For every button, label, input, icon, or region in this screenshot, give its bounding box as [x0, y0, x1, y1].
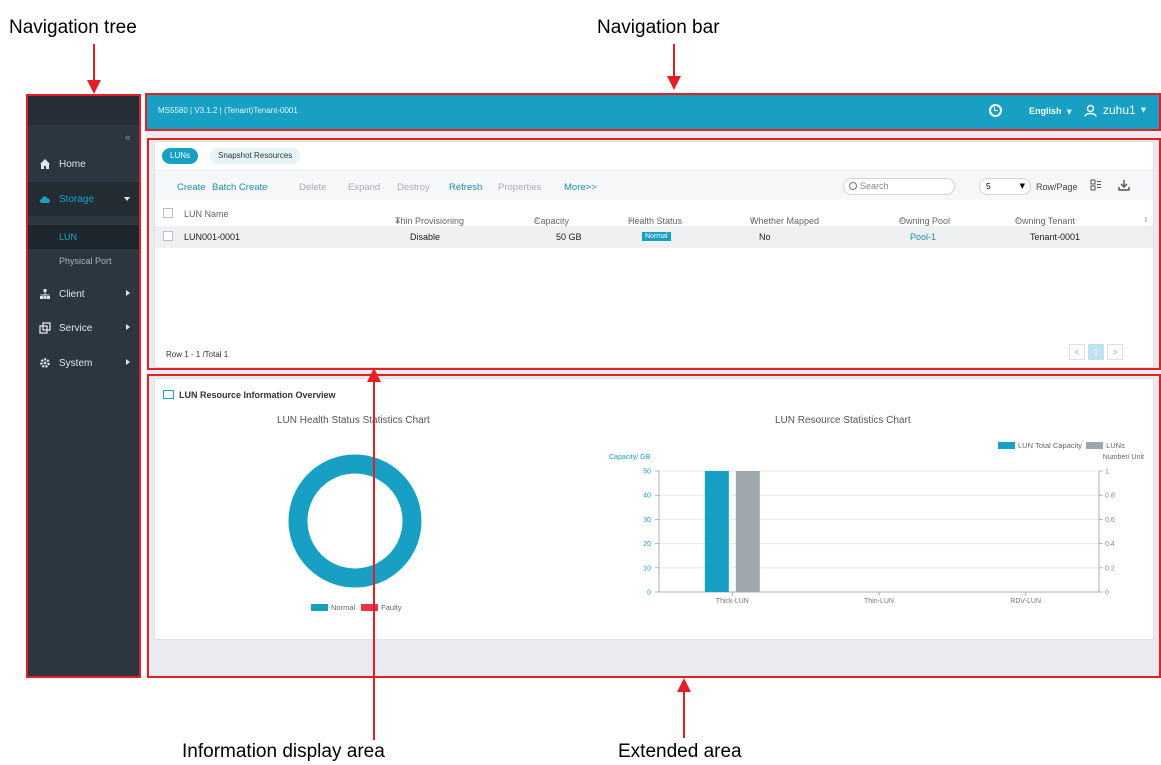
callout-navigation-tree: Navigation tree	[9, 17, 137, 38]
callout-extended-area: Extended area	[618, 741, 742, 762]
arrow-down-icon	[667, 76, 681, 90]
navigation-bar-highlight	[145, 93, 1161, 131]
arrow-down-icon	[87, 80, 101, 94]
callout-arrow-line	[673, 44, 675, 80]
callout-arrow-line	[683, 690, 685, 738]
callout-navigation-bar: Navigation bar	[597, 17, 720, 38]
callout-information-display-area: Information display area	[182, 741, 385, 762]
extended-area-highlight	[147, 374, 1161, 678]
callout-arrow-line	[93, 44, 95, 84]
callout-arrow-line	[373, 380, 375, 740]
navigation-tree-highlight	[26, 94, 141, 678]
information-display-highlight	[147, 138, 1161, 370]
